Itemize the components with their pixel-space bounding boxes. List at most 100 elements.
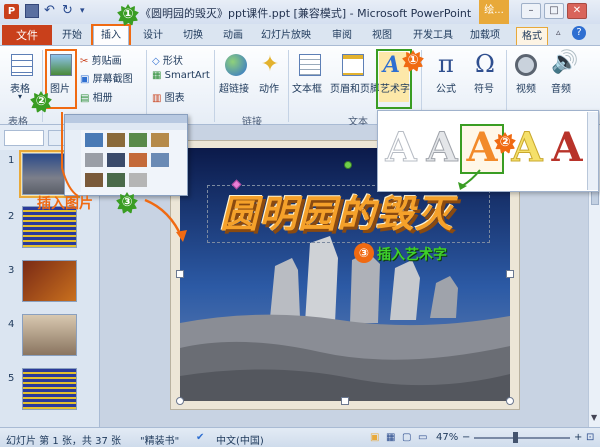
resize-handle[interactable] — [506, 270, 514, 278]
album-button[interactable]: ▤ 相册 — [80, 89, 113, 104]
resize-handle[interactable] — [176, 397, 184, 405]
wordart-style-1[interactable]: A — [382, 124, 420, 172]
insert-picture-dialog-preview — [64, 114, 188, 196]
slide-sorter-icon[interactable]: ▦ — [386, 432, 395, 443]
zoom-slider-thumb[interactable] — [513, 432, 518, 443]
photo-thumbnail — [151, 133, 169, 147]
zoom-in-icon[interactable]: + — [574, 432, 582, 443]
thumbnail-number: 2 — [8, 211, 15, 222]
thumbnail-number: 3 — [8, 265, 15, 276]
tab-home[interactable]: 开始 — [57, 27, 87, 45]
photo-thumbnail — [129, 173, 147, 187]
tab-review[interactable]: 审阅 — [327, 27, 357, 45]
header-footer-button[interactable]: 页眉和页脚 — [330, 52, 380, 102]
chart-icon: ▥ — [152, 93, 162, 104]
wordart-style-3[interactable]: A — [463, 124, 501, 172]
slide-thumbnail-3[interactable] — [22, 260, 77, 302]
tab-animations[interactable]: 动画 — [218, 27, 248, 45]
reading-view-icon[interactable]: ▢ — [402, 432, 411, 443]
minimize-button[interactable]: – — [521, 3, 541, 19]
status-bar: 幻灯片 第 1 张，共 37 张 "精装书" ✔ 中文(中国) ▣ ▦ ▢ ▭ … — [0, 427, 600, 447]
clipart-button[interactable]: ✂ 剪贴画 — [80, 52, 122, 67]
resize-handle[interactable] — [176, 270, 184, 278]
maximize-button[interactable]: □ — [544, 3, 564, 19]
video-button[interactable]: 视频 — [510, 52, 542, 102]
chart-button[interactable]: ▥ 图表 — [152, 89, 185, 104]
thumbnail-number: 4 — [8, 319, 15, 330]
hyperlink-button[interactable]: 超链接 — [219, 52, 253, 102]
audio-button[interactable]: 🔊 音频 — [545, 50, 578, 102]
header-footer-icon — [342, 54, 364, 76]
chevron-down-icon: ▾ — [18, 92, 23, 101]
equation-label: 公式 — [436, 84, 456, 95]
undo-icon[interactable]: ↶ — [44, 4, 58, 18]
smartart-icon: ▦ — [152, 70, 162, 81]
gallery-scrollbar[interactable] — [587, 112, 598, 190]
symbol-button[interactable]: Ω 符号 — [468, 50, 502, 102]
normal-view-icon[interactable]: ▣ — [370, 432, 379, 443]
smartart-button[interactable]: ▦ SmartArt — [152, 70, 210, 81]
chevron-down-icon[interactable]: ▼ — [591, 413, 597, 422]
dialog-toolbar — [65, 123, 187, 130]
table-button[interactable]: 表格 ▾ — [6, 52, 38, 102]
shapes-label: 形状 — [162, 56, 183, 67]
close-button[interactable]: ✕ — [567, 3, 587, 19]
tab-view[interactable]: 视图 — [367, 27, 397, 45]
symbol-label: 符号 — [474, 84, 494, 95]
redo-icon[interactable]: ↻ — [62, 4, 76, 18]
table-icon — [11, 54, 33, 76]
tab-design[interactable]: 设计 — [138, 27, 168, 45]
slide-thumbnail-4[interactable] — [22, 314, 77, 356]
fit-window-icon[interactable]: ⊡ — [586, 432, 594, 443]
group-separator — [42, 50, 43, 122]
wordart-style-5[interactable]: A — [548, 124, 586, 172]
help-icon[interactable]: ? — [572, 26, 586, 40]
save-icon[interactable] — [25, 4, 39, 18]
language-status[interactable]: 中文(中国) — [216, 432, 264, 447]
ribbon-collapse-icon[interactable]: ▵ — [556, 28, 561, 38]
photo-thumbnail — [107, 133, 125, 147]
equation-button[interactable]: π 公式 — [430, 50, 464, 102]
resize-handle[interactable] — [341, 397, 349, 405]
screenshot-button[interactable]: ▣ 屏幕截图 — [80, 70, 133, 85]
insert-tab-highlight — [91, 24, 131, 47]
resize-handle[interactable] — [506, 397, 514, 405]
tab-developer[interactable]: 开发工具 — [409, 27, 457, 45]
powerpoint-app-icon[interactable]: P — [4, 4, 19, 19]
audio-label: 音频 — [551, 84, 571, 95]
omega-icon: Ω — [475, 50, 495, 78]
pi-icon: π — [438, 50, 454, 78]
hyperlink-label: 超链接 — [219, 84, 249, 95]
clipart-label: 剪贴画 — [91, 56, 122, 67]
qat-customize-icon[interactable]: ▾ — [80, 4, 94, 18]
tab-file[interactable]: 文件 — [2, 25, 52, 46]
slides-tab[interactable] — [4, 130, 44, 146]
tab-slideshow[interactable]: 幻灯片放映 — [258, 27, 314, 45]
spellcheck-icon[interactable]: ✔ — [196, 432, 204, 443]
action-label: 动作 — [259, 84, 279, 95]
textbox-button[interactable]: 文本框 — [292, 52, 328, 102]
wordart-style-2[interactable]: A — [423, 124, 461, 172]
tab-transitions[interactable]: 切换 — [178, 27, 208, 45]
slide-thumbnail-5[interactable] — [22, 368, 77, 410]
action-button[interactable]: ✦ 动作 — [256, 52, 284, 102]
tab-addins[interactable]: 加载项 — [467, 27, 503, 45]
screenshot-label: 屏幕截图 — [92, 74, 133, 85]
zoom-slider-track[interactable] — [474, 437, 570, 439]
video-label: 视频 — [516, 84, 536, 95]
film-reel-icon — [515, 54, 537, 76]
rotation-handle[interactable] — [344, 161, 352, 169]
title-bar: P ↶ ↻ ▾ 《圆明园的毁灭》ppt课件.ppt [兼容模式] - Micro… — [0, 0, 600, 24]
album-label: 相册 — [92, 93, 113, 104]
zoom-level[interactable]: 47% — [436, 432, 458, 443]
shapes-button[interactable]: ◇ 形状 — [152, 52, 183, 67]
tab-format[interactable]: 格式 — [516, 27, 548, 45]
slideshow-icon[interactable]: ▭ — [418, 432, 427, 443]
photo-thumbnail — [85, 173, 103, 187]
contextual-tab-group-drawing: 绘... — [479, 0, 509, 24]
textbox-label: 文本框 — [292, 84, 322, 95]
photo-thumbnail — [107, 153, 125, 167]
zoom-out-icon[interactable]: − — [462, 432, 470, 443]
thumbnail-number: 5 — [8, 373, 15, 384]
callout-step-3-wordart: ③ — [354, 243, 374, 263]
